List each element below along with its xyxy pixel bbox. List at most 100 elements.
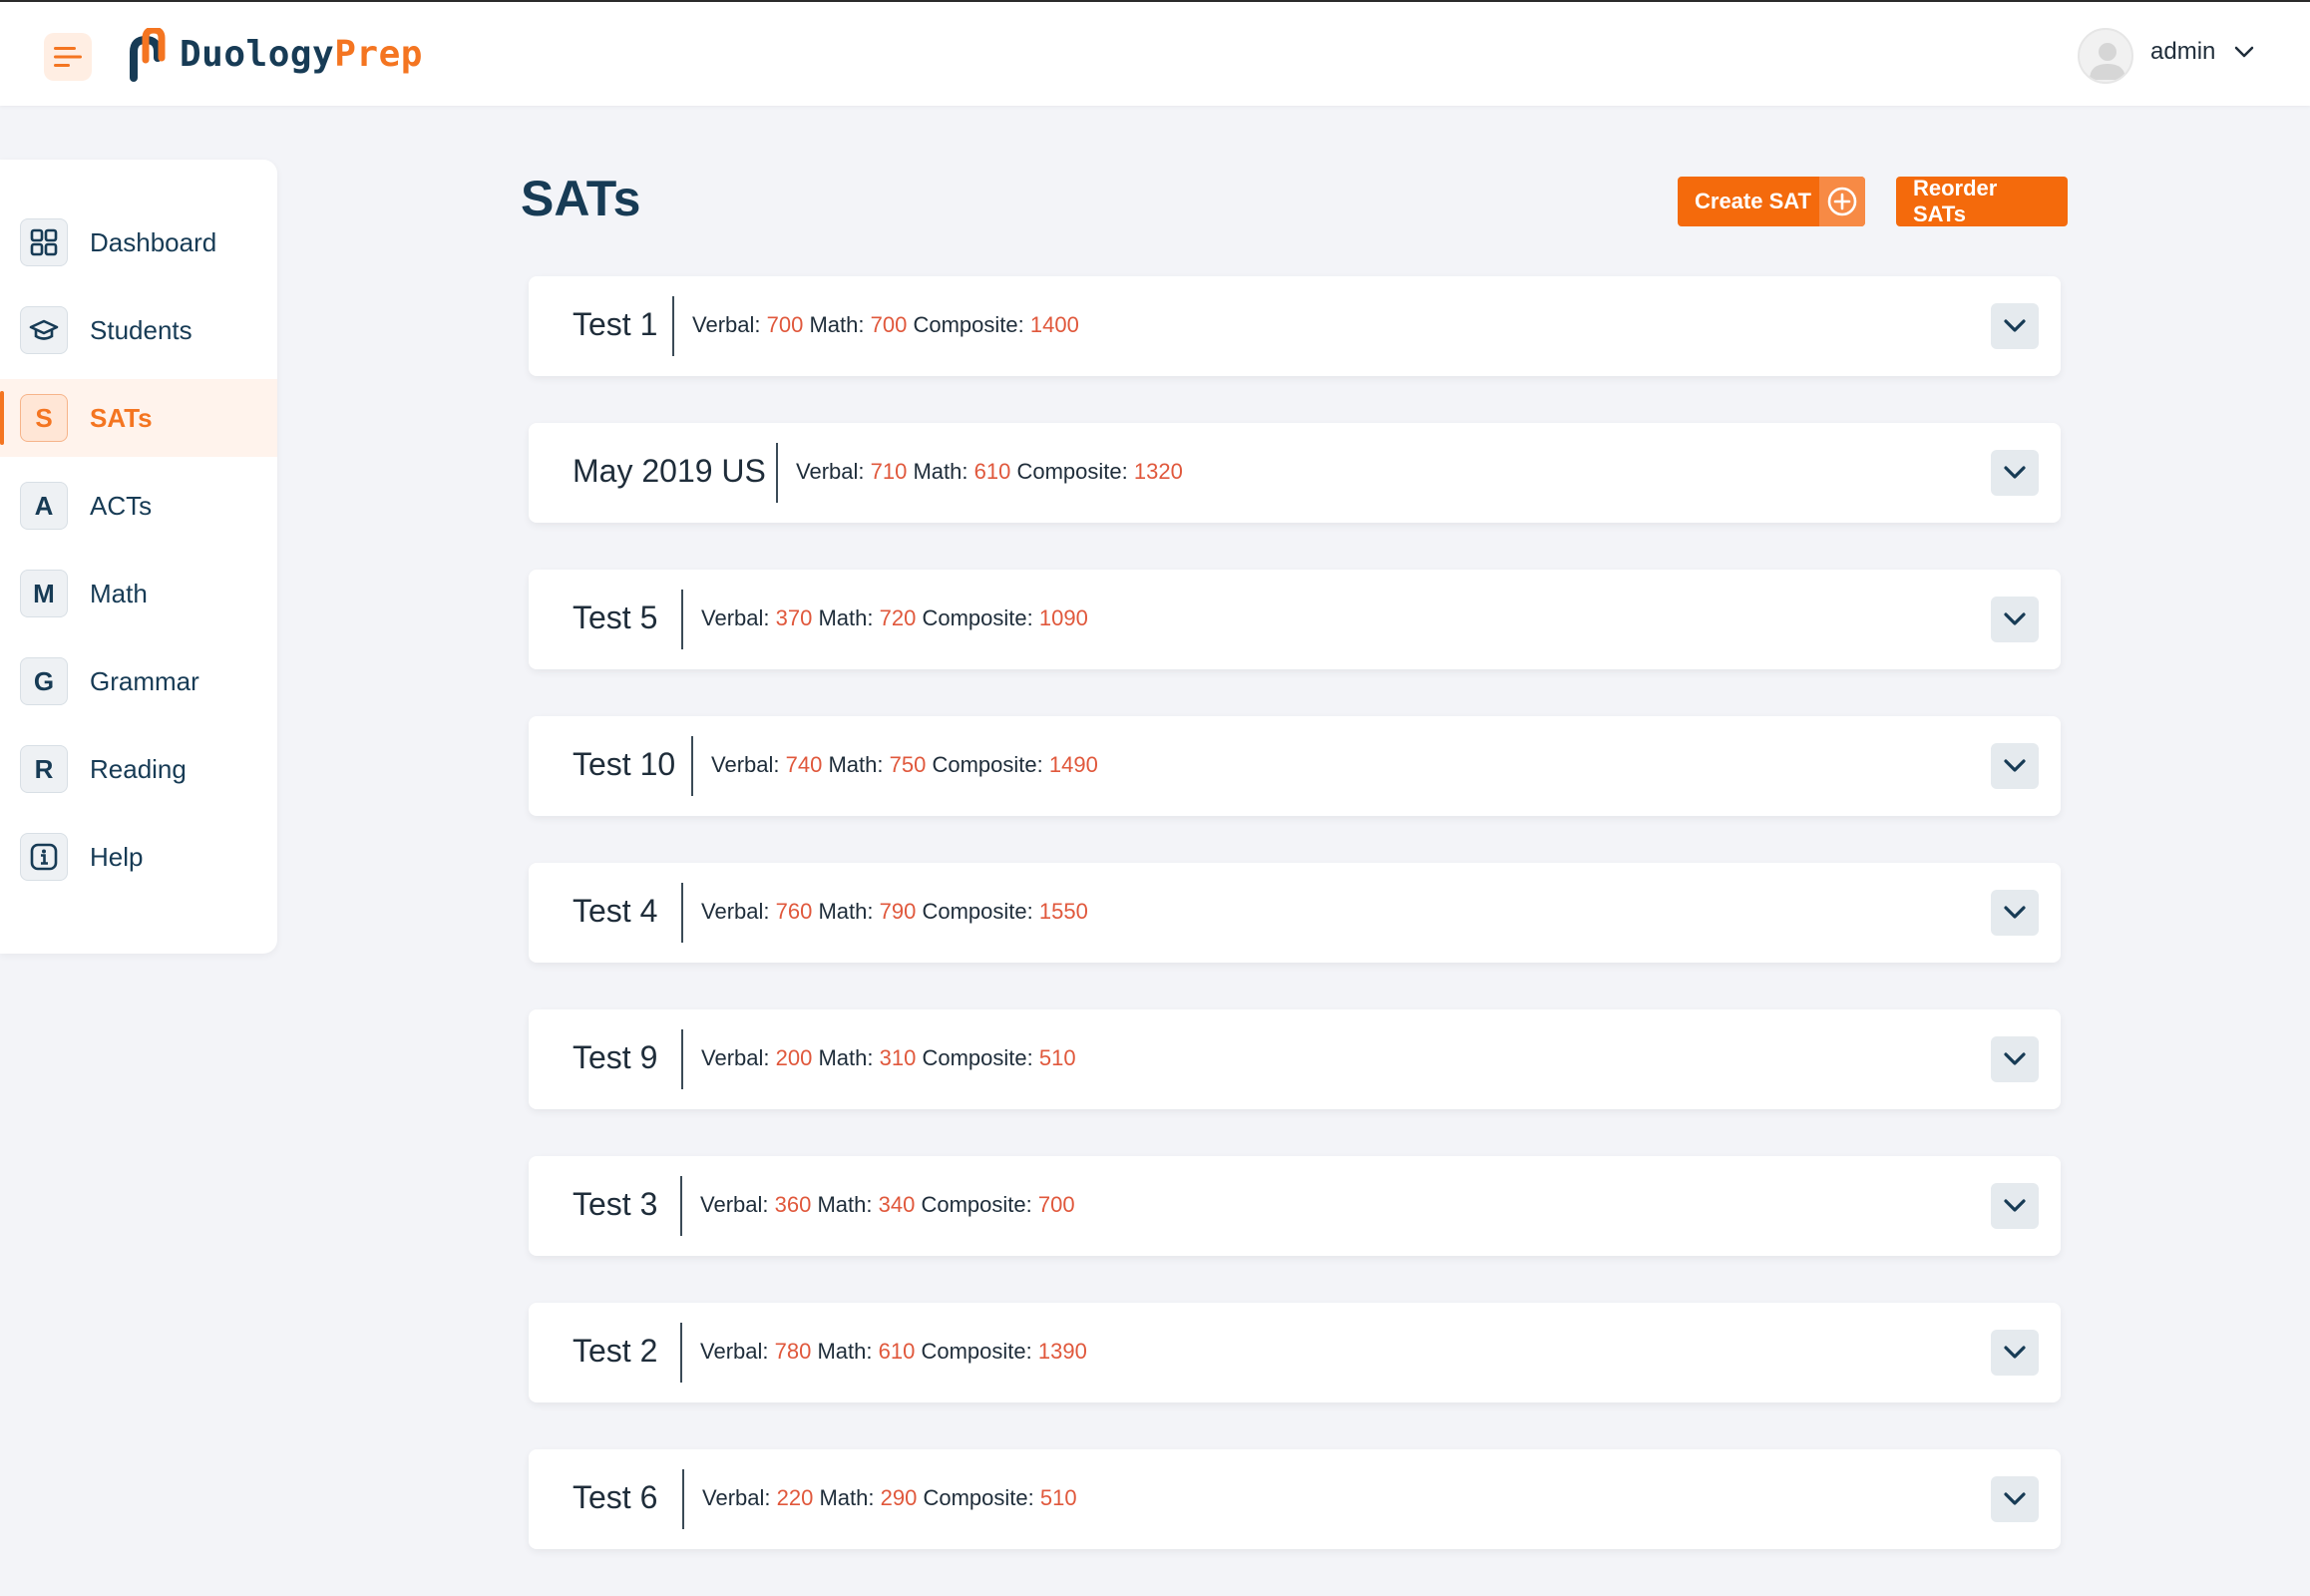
composite-label: Composite: [913, 312, 1024, 337]
letter-g-icon: G [20, 657, 68, 705]
chevron-down-icon [2004, 319, 2026, 332]
test-scores: Verbal: 760 Math: 790 Composite: 1550 [701, 899, 1088, 925]
verbal-score: 740 [785, 752, 823, 777]
math-label: Math: [818, 605, 874, 630]
test-card[interactable]: Test 6 Verbal: 220 Math: 290 Composite: … [529, 1449, 2061, 1549]
expand-button[interactable] [1991, 890, 2039, 936]
card-divider [680, 1176, 682, 1236]
verbal-label: Verbal: [701, 899, 770, 924]
create-sat-label: Create SAT [1695, 189, 1811, 213]
sidebar-item-students[interactable]: Students [0, 291, 277, 369]
verbal-score: 220 [776, 1485, 814, 1510]
test-card[interactable]: Test 2 Verbal: 780 Math: 610 Composite: … [529, 1303, 2061, 1402]
card-divider [681, 883, 683, 943]
test-card[interactable]: Test 9 Verbal: 200 Math: 310 Composite: … [529, 1009, 2061, 1109]
sidebar-item-sats[interactable]: S SATs [0, 379, 277, 457]
chevron-down-icon [2004, 612, 2026, 625]
test-card[interactable]: Test 1 Verbal: 700 Math: 700 Composite: … [529, 276, 2061, 376]
sidebar-item-reading[interactable]: R Reading [0, 730, 277, 808]
composite-score: 1320 [1133, 459, 1183, 484]
math-label: Math: [817, 1192, 873, 1217]
hamburger-menu-button[interactable] [44, 33, 92, 81]
test-name: Test 1 [573, 306, 658, 342]
verbal-score: 710 [870, 459, 908, 484]
card-divider [682, 1469, 684, 1529]
test-card[interactable]: Test 10 Verbal: 740 Math: 750 Composite:… [529, 716, 2061, 816]
math-score: 340 [878, 1192, 916, 1217]
composite-score: 700 [1037, 1192, 1075, 1217]
card-divider [680, 1323, 682, 1383]
letter-a-icon: A [20, 482, 68, 530]
test-scores: Verbal: 220 Math: 290 Composite: 510 [702, 1485, 1077, 1511]
math-score: 750 [889, 752, 927, 777]
test-scores: Verbal: 200 Math: 310 Composite: 510 [701, 1045, 1076, 1071]
sidebar-item-grammar[interactable]: G Grammar [0, 642, 277, 720]
card-divider [672, 296, 674, 356]
sidebar-item-math[interactable]: M Math [0, 555, 277, 632]
test-scores: Verbal: 370 Math: 720 Composite: 1090 [701, 605, 1088, 631]
test-card[interactable]: Test 5 Verbal: 370 Math: 720 Composite: … [529, 570, 2061, 669]
composite-score: 1090 [1038, 605, 1088, 630]
sidebar-item-label: SATs [90, 403, 153, 433]
test-scores: Verbal: 740 Math: 750 Composite: 1490 [711, 752, 1098, 778]
composite-label: Composite: [922, 899, 1033, 924]
test-scores: Verbal: 780 Math: 610 Composite: 1390 [700, 1339, 1087, 1365]
plus-circle-icon [1819, 177, 1865, 226]
expand-button[interactable] [1991, 743, 2039, 789]
top-bar: DuologyPrep admin [0, 0, 2310, 106]
test-card[interactable]: May 2019 US Verbal: 710 Math: 610 Compos… [529, 423, 2061, 523]
composite-label: Composite: [923, 1485, 1034, 1510]
logo-text[interactable]: DuologyPrep [180, 32, 423, 78]
verbal-score: 200 [775, 1045, 813, 1070]
expand-button[interactable] [1991, 450, 2039, 496]
math-score: 310 [879, 1045, 917, 1070]
avatar[interactable] [2078, 28, 2133, 84]
test-scores: Verbal: 700 Math: 700 Composite: 1400 [692, 312, 1079, 338]
expand-button[interactable] [1991, 597, 2039, 642]
composite-score: 1400 [1029, 312, 1079, 337]
sidebar-item-help[interactable]: Help [0, 818, 277, 896]
letter-r-icon: R [20, 745, 68, 793]
test-name: Test 4 [573, 893, 658, 929]
sidebar-item-label: Students [90, 315, 192, 345]
expand-button[interactable] [1991, 1330, 2039, 1376]
user-name[interactable]: admin [2150, 38, 2215, 66]
chevron-down-icon [2004, 759, 2026, 772]
verbal-label: Verbal: [711, 752, 780, 777]
expand-button[interactable] [1991, 303, 2039, 349]
sidebar: Dashboard Students S SATs A ACTs M Math … [0, 160, 277, 954]
math-label: Math: [828, 752, 884, 777]
math-score: 720 [879, 605, 917, 630]
reorder-sats-button[interactable]: Reorder SATs [1896, 176, 2068, 226]
math-score: 610 [973, 459, 1011, 484]
math-score: 610 [878, 1339, 916, 1364]
composite-score: 510 [1039, 1485, 1077, 1510]
chevron-down-icon[interactable] [2234, 46, 2254, 58]
math-label: Math: [818, 899, 874, 924]
logo-text-duology: Duology [180, 34, 335, 75]
test-name: May 2019 US [573, 453, 766, 489]
composite-score: 1390 [1037, 1339, 1087, 1364]
math-score: 790 [879, 899, 917, 924]
test-name: Test 5 [573, 599, 658, 635]
verbal-score: 700 [766, 312, 804, 337]
sidebar-item-acts[interactable]: A ACTs [0, 467, 277, 545]
test-card[interactable]: Test 4 Verbal: 760 Math: 790 Composite: … [529, 863, 2061, 963]
expand-button[interactable] [1991, 1183, 2039, 1229]
sidebar-item-label: Math [90, 579, 148, 608]
verbal-label: Verbal: [701, 1045, 770, 1070]
graduation-cap-icon [20, 306, 68, 354]
page-title: SATs [521, 171, 641, 226]
card-divider [681, 590, 683, 649]
verbal-score: 360 [774, 1192, 812, 1217]
verbal-score: 780 [774, 1339, 812, 1364]
sidebar-item-dashboard[interactable]: Dashboard [0, 203, 277, 281]
test-card[interactable]: Test 3 Verbal: 360 Math: 340 Composite: … [529, 1156, 2061, 1256]
sidebar-item-label: Help [90, 842, 144, 872]
expand-button[interactable] [1991, 1476, 2039, 1522]
composite-score: 510 [1038, 1045, 1076, 1070]
create-sat-button[interactable]: Create SAT [1678, 177, 1865, 226]
test-name: Test 9 [573, 1039, 658, 1075]
test-scores: Verbal: 710 Math: 610 Composite: 1320 [796, 459, 1183, 485]
expand-button[interactable] [1991, 1036, 2039, 1082]
